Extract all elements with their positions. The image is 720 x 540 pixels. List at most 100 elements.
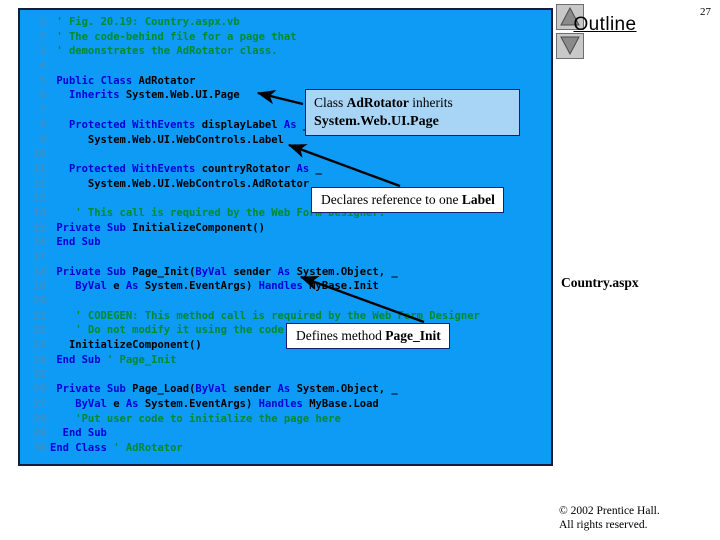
- code-token: Protected WithEvents: [68, 162, 202, 175]
- code-line: 29 End Sub: [20, 426, 551, 441]
- code-token: ByVal: [195, 265, 234, 278]
- scroll-down-button[interactable]: [556, 33, 584, 59]
- line-number: 28: [33, 412, 46, 425]
- code-token: System.EventArgs): [144, 397, 259, 410]
- line-number: 19: [33, 280, 46, 293]
- callout-1-line2: System.Web.UI.Page: [314, 114, 439, 129]
- code-line: 11 Protected WithEvents countryRotator As…: [20, 162, 551, 177]
- code-token: Handles: [258, 397, 310, 410]
- code-text: ' Fig. 20.19: Country.aspx.vb: [50, 15, 239, 30]
- code-line: 30 End Class ' AdRotator: [20, 441, 551, 456]
- code-text: System.Web.UI.WebControls.Label: [50, 133, 284, 148]
- code-token: End Class: [50, 441, 114, 454]
- line-number: 2: [39, 30, 46, 43]
- callout-2-bold: Label: [461, 192, 495, 207]
- line-number: 4: [39, 60, 46, 73]
- line-number: 3: [39, 45, 46, 58]
- code-token: AdRotator: [138, 74, 196, 87]
- line-number: 30: [33, 441, 46, 454]
- line-number: 14: [33, 206, 46, 219]
- code-token: As: [283, 118, 303, 131]
- code-token: Private Sub: [56, 221, 133, 234]
- code-token: Protected WithEvents: [68, 118, 202, 131]
- line-number: 1: [39, 16, 46, 28]
- code-line: 27 ByVal e As System.EventArgs) Handles M…: [20, 397, 551, 412]
- line-number: 9: [39, 133, 46, 146]
- line-number: 23: [33, 339, 46, 352]
- code-token: System.EventArgs): [144, 280, 259, 293]
- code-token: ' CODEGEN: This method call is required …: [75, 309, 480, 322]
- code-token: e: [113, 280, 126, 293]
- code-text: Private Sub InitializeComponent(): [50, 221, 265, 236]
- callout-defines-page-init: Defines method Page_Init: [286, 323, 450, 349]
- line-number: 20: [33, 295, 46, 308]
- code-token: Private Sub: [56, 265, 133, 278]
- line-number: 22: [33, 324, 46, 337]
- code-token: As: [125, 280, 145, 293]
- code-token: ByVal: [75, 397, 114, 410]
- line-number: 7: [39, 104, 46, 117]
- code-line: 26 Private Sub Page_Load(ByVal sender As …: [20, 382, 551, 397]
- code-token: InitializeComponent(): [132, 221, 265, 234]
- code-token: As: [125, 397, 145, 410]
- code-token: End Sub: [56, 353, 107, 366]
- copyright-line-1: © 2002 Prentice Hall.: [559, 505, 660, 517]
- code-token: e: [113, 397, 126, 410]
- code-text: End Sub: [50, 235, 100, 250]
- code-text: ' CODEGEN: This method call is required …: [50, 309, 480, 324]
- code-text: ' demonstrates the AdRotator class.: [50, 44, 278, 59]
- code-line: 10: [20, 147, 551, 162]
- code-token: As: [296, 162, 316, 175]
- code-listing-panel: 1 ' Fig. 20.19: Country.aspx.vb 2 ' The cod…: [18, 8, 553, 466]
- line-number: 12: [33, 177, 46, 190]
- code-token: 'Put user code to initialize the page he…: [75, 412, 341, 425]
- code-text: ByVal e As System.EventArgs) Handles MyB…: [50, 279, 378, 294]
- code-line: 3 ' demonstrates the AdRotator class.: [20, 44, 551, 59]
- code-line: 4: [20, 59, 551, 74]
- code-line: 17: [20, 250, 551, 265]
- code-line: 5 Public Class AdRotator: [20, 74, 551, 89]
- code-text: ByVal e As System.EventArgs) Handles MyB…: [50, 397, 378, 412]
- code-text: Protected WithEvents countryRotator As _: [50, 162, 322, 177]
- callout-1-line1: Class AdRotator inherits: [314, 95, 453, 110]
- line-number: 8: [39, 118, 46, 131]
- page-number: 27: [700, 6, 711, 18]
- code-text: Private Sub Page_Load(ByVal sender As Sy…: [50, 382, 398, 397]
- code-token: System.Object, _: [296, 265, 398, 278]
- code-line: 20: [20, 294, 551, 309]
- code-token: displayLabel: [201, 118, 284, 131]
- code-token: countryRotator: [201, 162, 297, 175]
- line-number: 6: [39, 89, 46, 102]
- line-number: 26: [33, 383, 46, 396]
- code-line: 24 End Sub ' Page_Init: [20, 353, 551, 368]
- callout-3-text: Defines method: [296, 328, 386, 343]
- code-token: sender: [233, 383, 278, 396]
- code-token: As: [277, 265, 297, 278]
- code-text: InitializeComponent(): [50, 338, 202, 353]
- code-token: ' The code-behind file for a page that: [56, 30, 297, 43]
- line-number: 24: [33, 353, 46, 366]
- code-token: ' Page_Init: [106, 353, 177, 366]
- file-name-label: Country.aspx: [561, 275, 639, 290]
- code-text: Public Class AdRotator: [50, 74, 195, 89]
- line-number: 29: [33, 427, 46, 440]
- code-line: 16 End Sub: [20, 235, 551, 250]
- outline-title: Outline: [573, 14, 637, 35]
- code-line: 21 ' CODEGEN: This method call is require…: [20, 309, 551, 324]
- code-text: End Class ' AdRotator: [50, 441, 183, 456]
- code-text: System.Web.UI.WebControls.AdRotator: [50, 177, 309, 192]
- code-token: Inherits: [68, 89, 126, 102]
- line-number: 15: [33, 221, 46, 234]
- code-token: System.Object, _: [296, 383, 398, 396]
- line-number: 17: [33, 251, 46, 263]
- code-token: ' demonstrates the AdRotator class.: [56, 45, 278, 58]
- code-line: 2 ' The code-behind file for a page that: [20, 30, 551, 45]
- code-token: _: [315, 162, 322, 175]
- line-number: 25: [33, 368, 46, 381]
- code-line: 15 Private Sub InitializeComponent(): [20, 221, 551, 236]
- code-token: System.Web.UI.WebControls.Label: [87, 133, 284, 146]
- callout-declares-label: Declares reference to one Label: [311, 187, 504, 213]
- code-token: Public Class: [56, 74, 139, 87]
- code-token: sender: [233, 265, 278, 278]
- line-number: 16: [33, 236, 46, 249]
